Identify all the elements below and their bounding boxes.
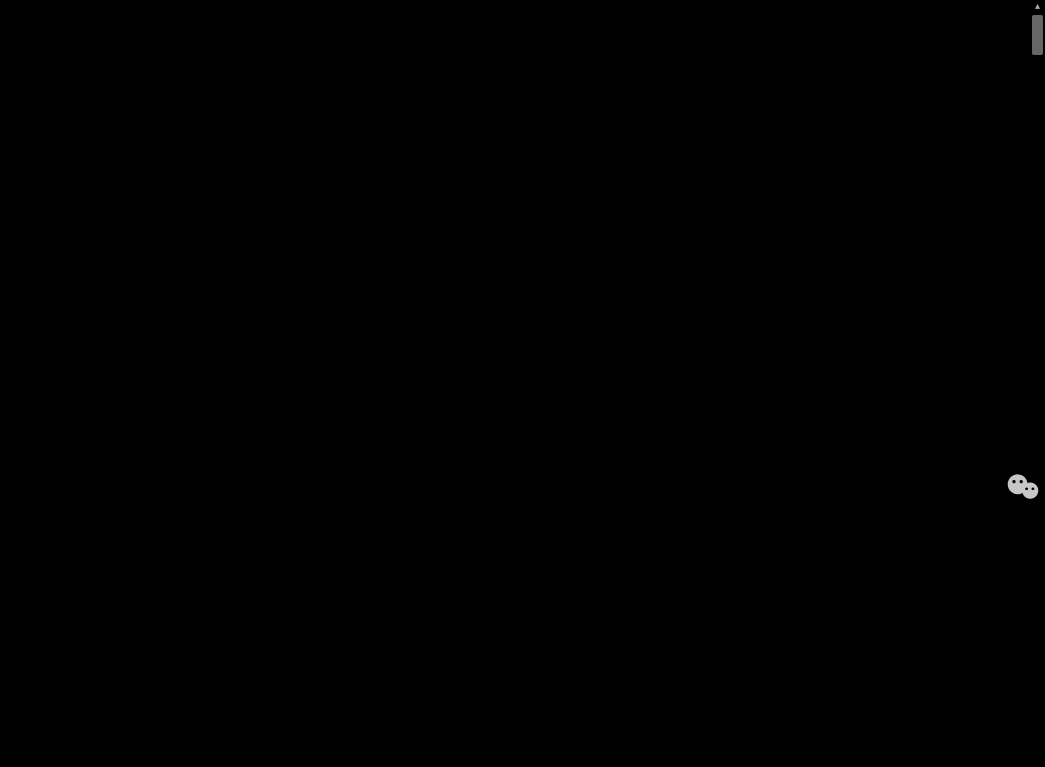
terminal-output[interactable]: [4, 62, 1041, 587]
scroll-up-arrow[interactable]: ▴: [1030, 0, 1045, 15]
scrollbar-thumb[interactable]: [1032, 15, 1043, 55]
scrollbar[interactable]: ▴: [4, 617, 1041, 662]
